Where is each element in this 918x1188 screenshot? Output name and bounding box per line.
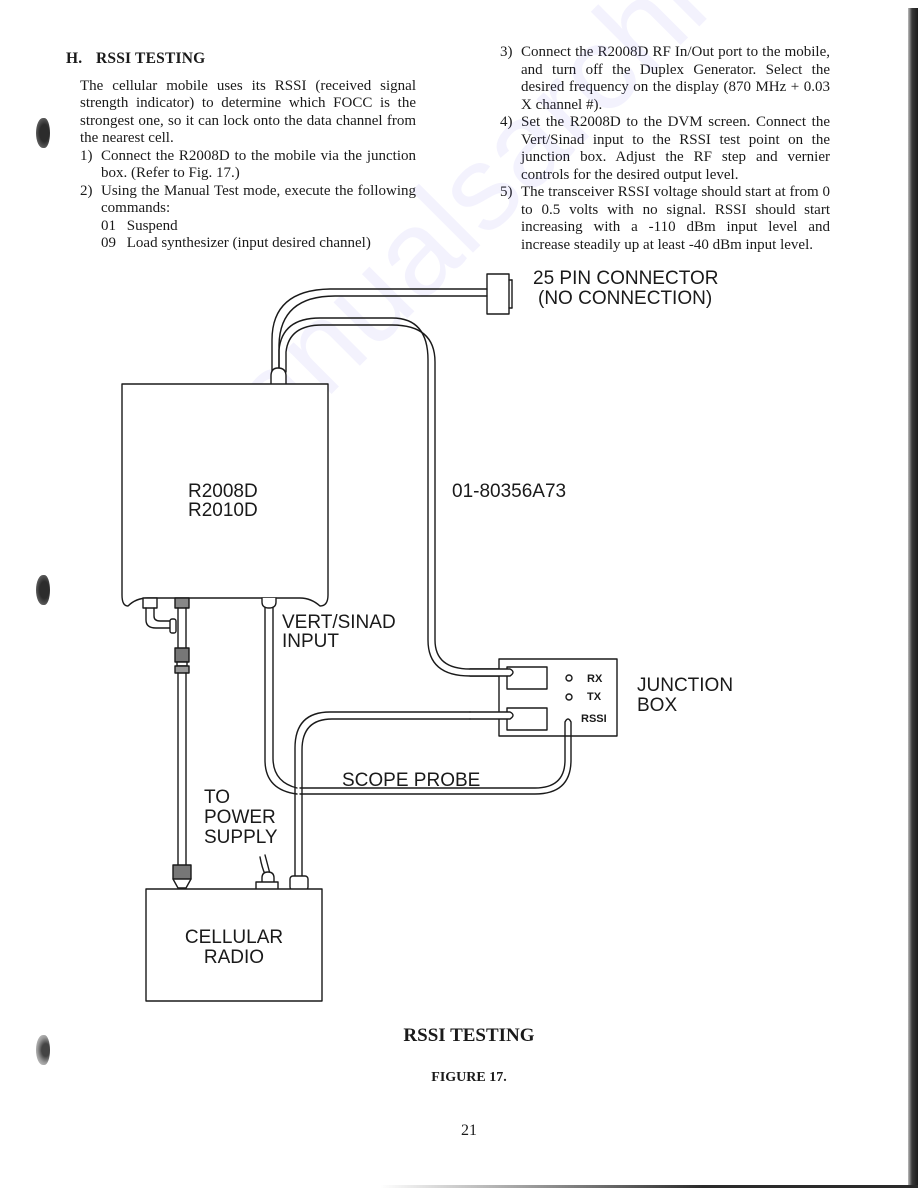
junction-tx-label: TX — [587, 691, 602, 703]
cable-part-number: 01-80356A73 — [452, 481, 566, 502]
junction-rx-port — [506, 666, 548, 690]
connector-label-1: 25 PIN CONNECTOR — [533, 268, 718, 289]
junction-rssi-label: RSSI — [581, 713, 607, 725]
page-number: 21 — [461, 1122, 477, 1139]
vert-sinad-label-1: VERT/SINAD — [282, 612, 396, 633]
power-supply-label-3: SUPPLY — [204, 827, 278, 848]
power-supply-label-2: POWER — [204, 807, 276, 828]
junction-rx-label: RX — [587, 673, 603, 685]
rssi-wiring-diagram: R2008D R2010D VERT/SINAD INPUT 01-80356A… — [121, 268, 733, 1002]
power-cable-bnc-icon — [172, 597, 192, 889]
analyzer-rf-port-icon — [142, 597, 177, 634]
junction-box-label-1: JUNCTION — [637, 675, 733, 696]
power-supply-label-1: TO — [204, 787, 230, 808]
radio-label-1: CELLULAR — [185, 927, 283, 948]
connector-label-2: (NO CONNECTION) — [538, 288, 712, 309]
figure-number: FIGURE 17. — [431, 1070, 507, 1085]
25-pin-connector-icon — [486, 273, 513, 315]
figure-title: RSSI TESTING — [403, 1025, 535, 1046]
analyzer-label-2: R2010D — [188, 500, 258, 521]
radio-label-2: RADIO — [204, 947, 264, 968]
analyzer-label-1: R2008D — [188, 481, 258, 502]
power-supply-lead — [255, 854, 309, 891]
scope-probe-label: SCOPE PROBE — [342, 770, 480, 791]
analyzer-top-port-icon — [270, 367, 287, 385]
junction-rssi-port — [506, 707, 548, 731]
junction-box-label-2: BOX — [637, 695, 677, 716]
vert-sinad-label-2: INPUT — [282, 631, 339, 652]
